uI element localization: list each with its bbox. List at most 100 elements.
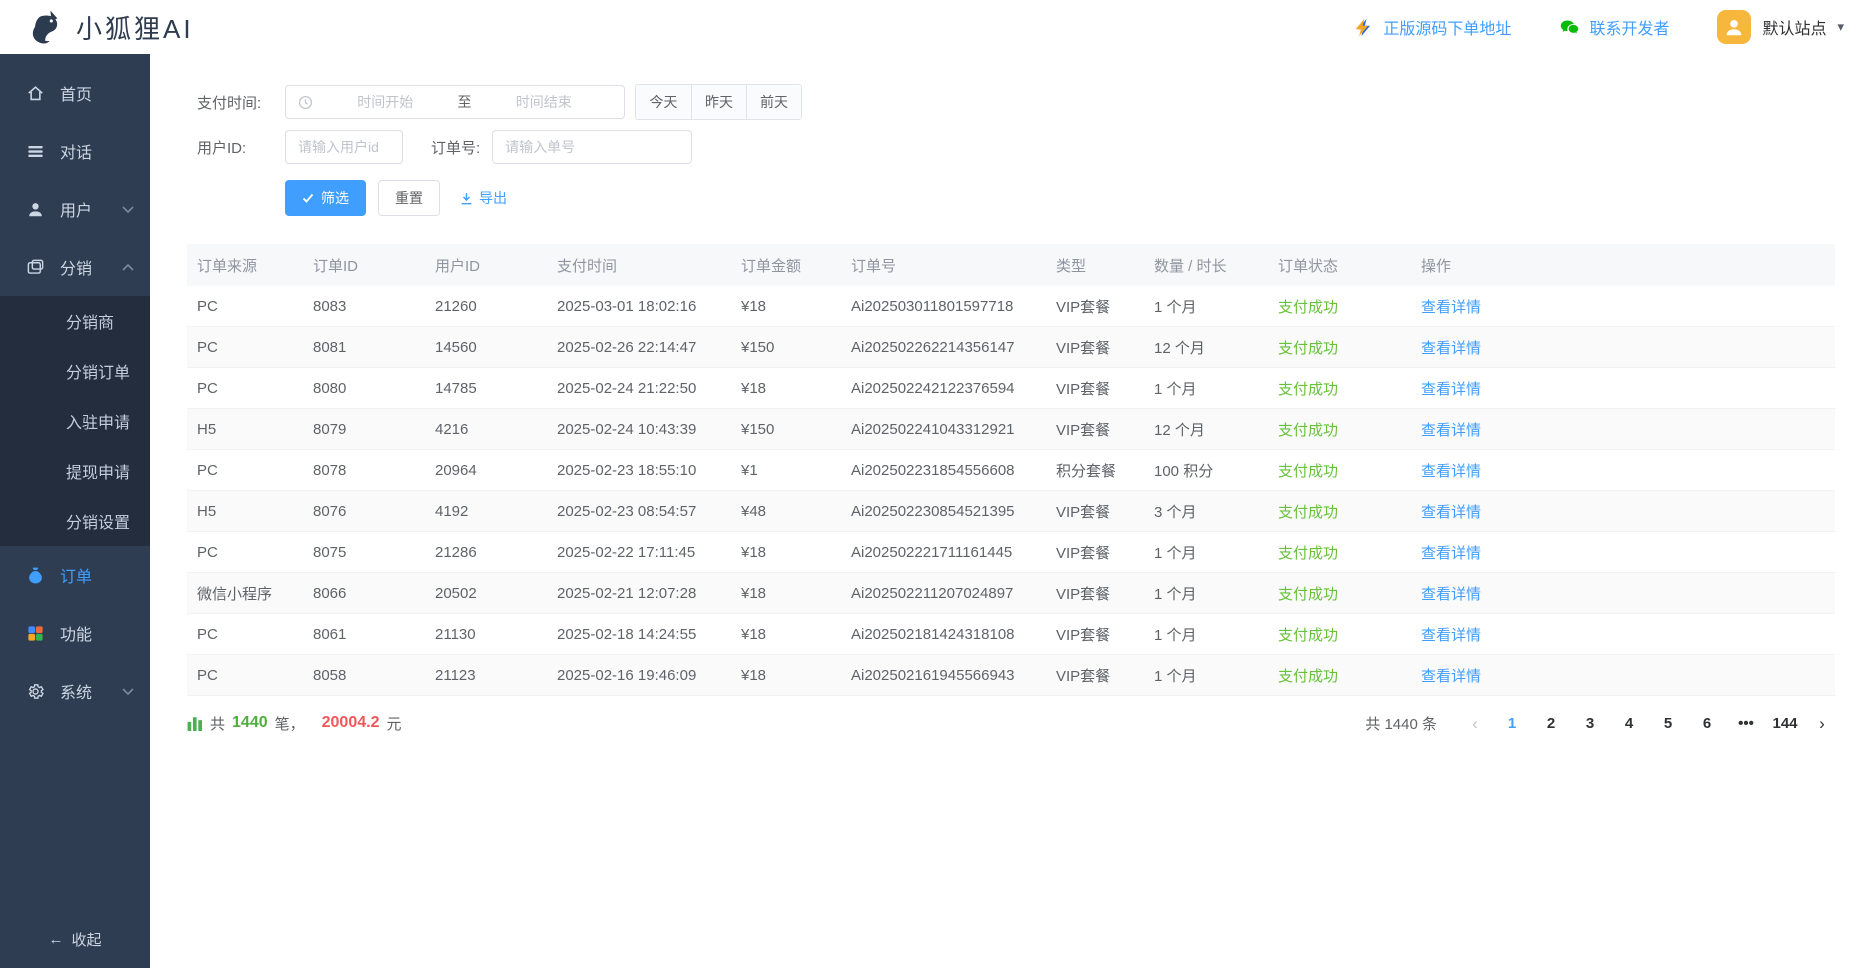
wechat-icon	[1559, 17, 1580, 38]
submenu-item[interactable]: 分销设置	[0, 496, 150, 546]
user-id-input[interactable]	[285, 130, 403, 164]
pagination-page-5[interactable]: 5	[1653, 715, 1683, 732]
cell-pay-time: 2025-02-26 22:14:47	[547, 327, 731, 368]
site-selector[interactable]: 默认站点 ▾	[1717, 10, 1844, 44]
cell-source: PC	[187, 327, 303, 368]
cell-action: 查看详情	[1411, 655, 1835, 696]
cell-source: H5	[187, 409, 303, 450]
export-link[interactable]: 导出	[460, 188, 507, 208]
time-end-input[interactable]	[476, 93, 613, 111]
cell-action: 查看详情	[1411, 573, 1835, 614]
chevron-down-icon	[122, 205, 134, 214]
cell-user-id: 21286	[425, 532, 547, 573]
table-row: H5807942162025-02-24 10:43:39¥150Ai20250…	[187, 409, 1835, 450]
sidebar-item-distribution[interactable]: 分销	[0, 238, 150, 296]
col-type: 类型	[1046, 244, 1144, 286]
yesterday-button[interactable]: 昨天	[691, 85, 746, 119]
distribution-submenu: 分销商分销订单入驻申请提现申请分销设置	[0, 296, 150, 546]
cell-type: 积分套餐	[1046, 450, 1144, 491]
user-id-label: 用户ID:	[197, 137, 271, 158]
col-source: 订单来源	[187, 244, 303, 286]
sidebar-item-user[interactable]: 用户	[0, 180, 150, 238]
pagination-page-2[interactable]: 2	[1536, 715, 1566, 732]
cell-user-id: 4192	[425, 491, 547, 532]
top-header: 小狐狸AI 正版源码下单地址 联系开发者	[0, 0, 1872, 54]
view-detail-link[interactable]: 查看详情	[1421, 545, 1481, 562]
submenu-item[interactable]: 分销商	[0, 296, 150, 346]
cell-amount: ¥18	[731, 532, 841, 573]
cell-source: PC	[187, 368, 303, 409]
today-button[interactable]: 今天	[636, 85, 691, 119]
pagination-page-4[interactable]: 4	[1614, 715, 1644, 732]
cell-order-no: Ai202502221711161445	[841, 532, 1046, 573]
view-detail-link[interactable]: 查看详情	[1421, 422, 1481, 439]
sidebar-item-feature[interactable]: 功能	[0, 604, 150, 662]
pagination-page-1[interactable]: 1	[1497, 715, 1527, 732]
cell-user-id: 14560	[425, 327, 547, 368]
cell-quantity: 3 个月	[1144, 491, 1268, 532]
time-start-input[interactable]	[317, 93, 454, 111]
col-pay-time: 支付时间	[547, 244, 731, 286]
sidebar-item-system[interactable]: 系统	[0, 662, 150, 720]
cell-type: VIP套餐	[1046, 655, 1144, 696]
lightning-icon	[1353, 17, 1374, 38]
cell-quantity: 1 个月	[1144, 573, 1268, 614]
view-detail-link[interactable]: 查看详情	[1421, 668, 1481, 685]
pagination-page-3[interactable]: 3	[1575, 715, 1605, 732]
table-row: H5807641922025-02-23 08:54:57¥48Ai202502…	[187, 491, 1835, 532]
pagination-ellipsis[interactable]: •••	[1731, 715, 1761, 732]
cell-order-id: 8078	[303, 450, 425, 491]
view-detail-link[interactable]: 查看详情	[1421, 299, 1481, 316]
table-row: PC8081145602025-02-26 22:14:47¥150Ai2025…	[187, 327, 1835, 368]
submenu-item[interactable]: 入驻申请	[0, 396, 150, 446]
cell-status: 支付成功	[1268, 327, 1411, 368]
order-no-input[interactable]	[492, 130, 692, 164]
brand-logo: 小狐狸AI	[28, 8, 194, 46]
cell-user-id: 21260	[425, 286, 547, 327]
pagination-prev-button[interactable]: ‹	[1462, 715, 1488, 732]
reset-button[interactable]: 重置	[378, 180, 440, 216]
submenu-item[interactable]: 分销订单	[0, 346, 150, 396]
view-detail-link[interactable]: 查看详情	[1421, 381, 1481, 398]
date-range-picker[interactable]: 至	[285, 85, 625, 119]
cell-order-no: Ai202502161945566943	[841, 655, 1046, 696]
cell-type: VIP套餐	[1046, 573, 1144, 614]
table-row: PC8058211232025-02-16 19:46:09¥18Ai20250…	[187, 655, 1835, 696]
view-detail-link[interactable]: 查看详情	[1421, 627, 1481, 644]
contact-developer-link[interactable]: 联系开发者	[1559, 15, 1669, 39]
filter-button[interactable]: 筛选	[285, 180, 366, 216]
view-detail-link[interactable]: 查看详情	[1421, 586, 1481, 603]
col-status: 订单状态	[1268, 244, 1411, 286]
sidebar-item-order[interactable]: 订单	[0, 546, 150, 604]
pagination-page-6[interactable]: 6	[1692, 715, 1722, 732]
stats-count: 1440	[232, 714, 268, 732]
col-order-id: 订单ID	[303, 244, 425, 286]
cell-amount: ¥1	[731, 450, 841, 491]
sidebar-item-home[interactable]: 首页	[0, 64, 150, 122]
collapse-sidebar-button[interactable]: ← 收起	[0, 910, 150, 968]
view-detail-link[interactable]: 查看详情	[1421, 504, 1481, 521]
view-detail-link[interactable]: 查看详情	[1421, 340, 1481, 357]
bar-chart-icon	[187, 715, 203, 731]
cell-status: 支付成功	[1268, 532, 1411, 573]
source-code-link[interactable]: 正版源码下单地址	[1353, 15, 1511, 39]
date-range-separator: 至	[458, 92, 472, 112]
sidebar-item-chat[interactable]: 对话	[0, 122, 150, 180]
table-row: 微信小程序8066205022025-02-21 12:07:28¥18Ai20…	[187, 573, 1835, 614]
pagination-page-144[interactable]: 144	[1770, 715, 1800, 732]
table-row: PC8080147852025-02-24 21:22:50¥18Ai20250…	[187, 368, 1835, 409]
cell-pay-time: 2025-02-18 14:24:55	[547, 614, 731, 655]
order-table-body: PC8083212602025-03-01 18:02:16¥18Ai20250…	[187, 286, 1835, 696]
cell-pay-time: 2025-02-21 12:07:28	[547, 573, 731, 614]
submenu-item[interactable]: 提现申请	[0, 446, 150, 496]
export-label: 导出	[479, 188, 507, 208]
view-detail-link[interactable]: 查看详情	[1421, 463, 1481, 480]
table-row: PC8078209642025-02-23 18:55:10¥1Ai202502…	[187, 450, 1835, 491]
pagination-next-button[interactable]: ›	[1809, 715, 1835, 732]
cell-source: PC	[187, 614, 303, 655]
cell-quantity: 1 个月	[1144, 286, 1268, 327]
cell-amount: ¥18	[731, 286, 841, 327]
day-before-button[interactable]: 前天	[746, 85, 801, 119]
fox-logo-icon	[28, 8, 66, 46]
cell-action: 查看详情	[1411, 450, 1835, 491]
